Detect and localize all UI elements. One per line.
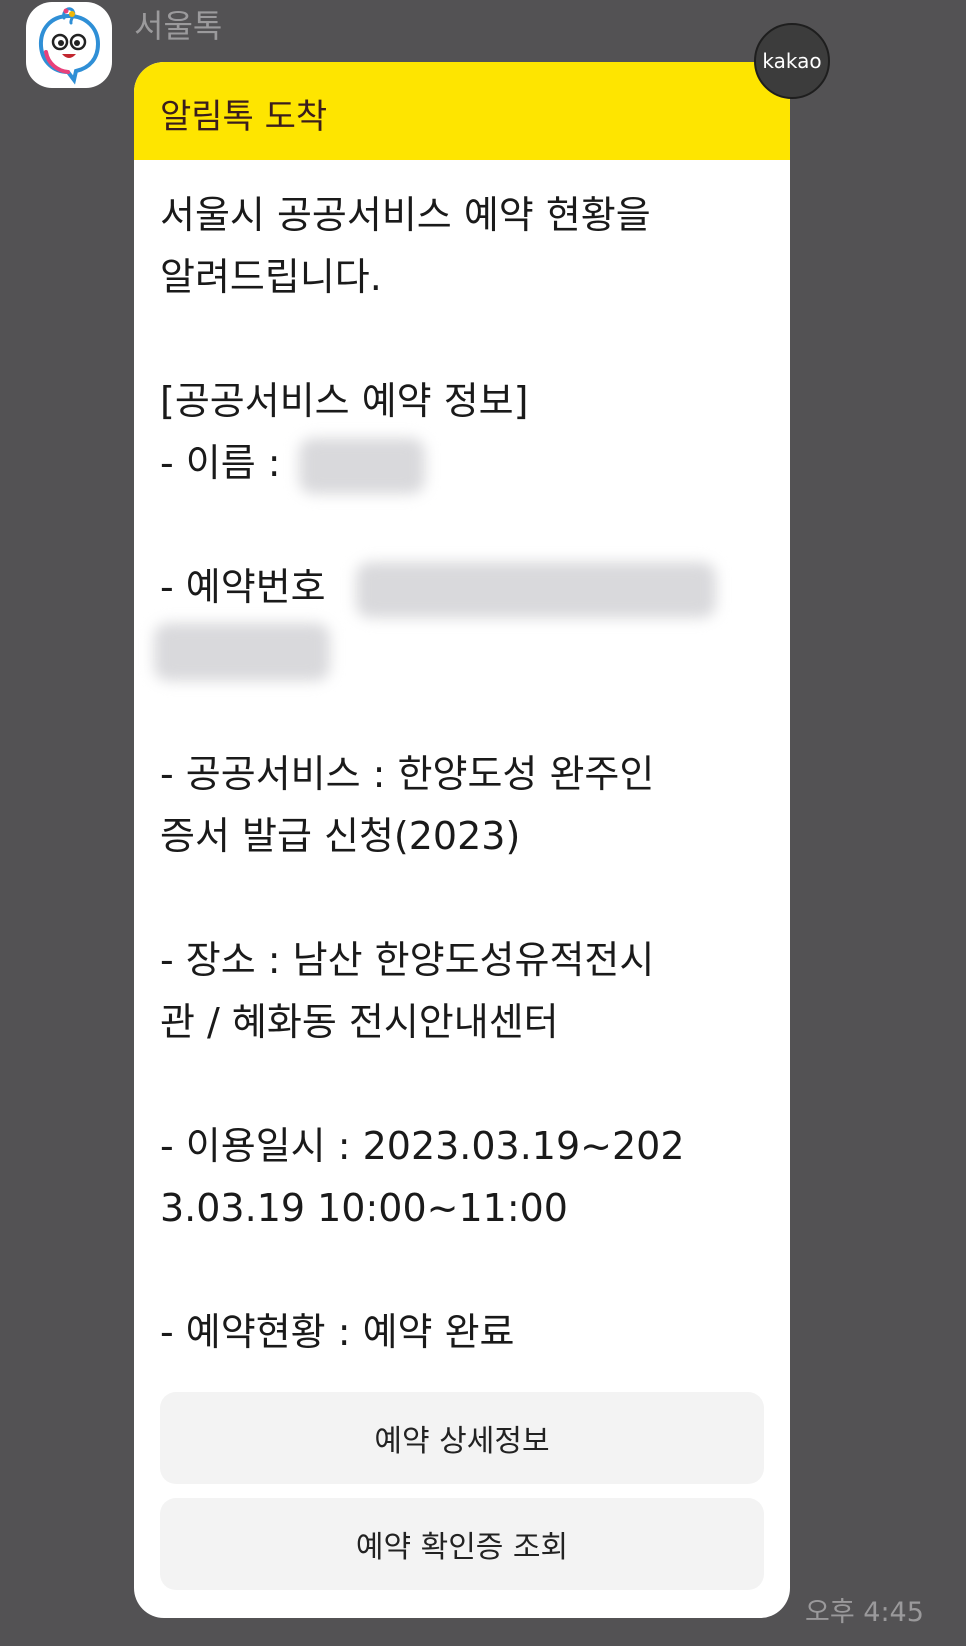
place-line: - 장소 : 남산 한양도성유적전시 xyxy=(160,937,655,982)
seoul-mascot-icon xyxy=(38,7,101,85)
status-line: - 예약현황 : 예약 완료 xyxy=(160,1309,515,1354)
message-header-title: 알림톡 도착 xyxy=(160,96,328,137)
message-body: 서울시 공공서비스 예약 현황을 알려드립니다. [공공서비스 예약 정보] -… xyxy=(134,160,790,1363)
place-line: 관 / 혜화동 전시안내센터 xyxy=(160,999,559,1044)
name-row: - 이름 : xyxy=(160,432,764,494)
service-line: 증서 발급 신청(2023) xyxy=(160,813,521,858)
redacted-reservation-number xyxy=(154,622,330,681)
kakao-badge: kakao xyxy=(754,23,830,99)
message-timestamp: 오후 4:45 xyxy=(805,1597,924,1628)
reservation-number-label: - 예약번호 xyxy=(160,565,338,609)
message-header: 알림톡 도착 xyxy=(134,62,790,160)
sender-name: 서울톡 xyxy=(134,7,223,45)
reservation-detail-button[interactable]: 예약 상세정보 xyxy=(160,1392,764,1484)
redacted-reservation-number xyxy=(355,561,716,618)
redacted-name xyxy=(298,437,425,494)
alimtalk-message-bubble: 알림톡 도착 서울시 공공서비스 예약 현황을 알려드립니다. [공공서비스 예… xyxy=(134,62,790,1618)
reservation-number-row: - 예약번호 xyxy=(160,556,764,618)
datetime-line: - 이용일시 : 2023.03.19~202 xyxy=(160,1123,685,1168)
reservation-number-row-continued xyxy=(154,618,764,681)
name-label: - 이름 : xyxy=(160,441,293,485)
intro-line: 서울시 공공서비스 예약 현황을 xyxy=(160,193,651,237)
section-title: [공공서비스 예약 정보] xyxy=(160,379,529,423)
datetime-line: 3.03.19 10:00~11:00 xyxy=(160,1185,568,1230)
sender-avatar[interactable] xyxy=(26,2,112,88)
service-line: - 공공서비스 : 한양도성 완주인 xyxy=(160,751,655,796)
reservation-confirmation-button[interactable]: 예약 확인증 조회 xyxy=(160,1498,764,1590)
intro-line: 알려드립니다. xyxy=(160,255,382,299)
